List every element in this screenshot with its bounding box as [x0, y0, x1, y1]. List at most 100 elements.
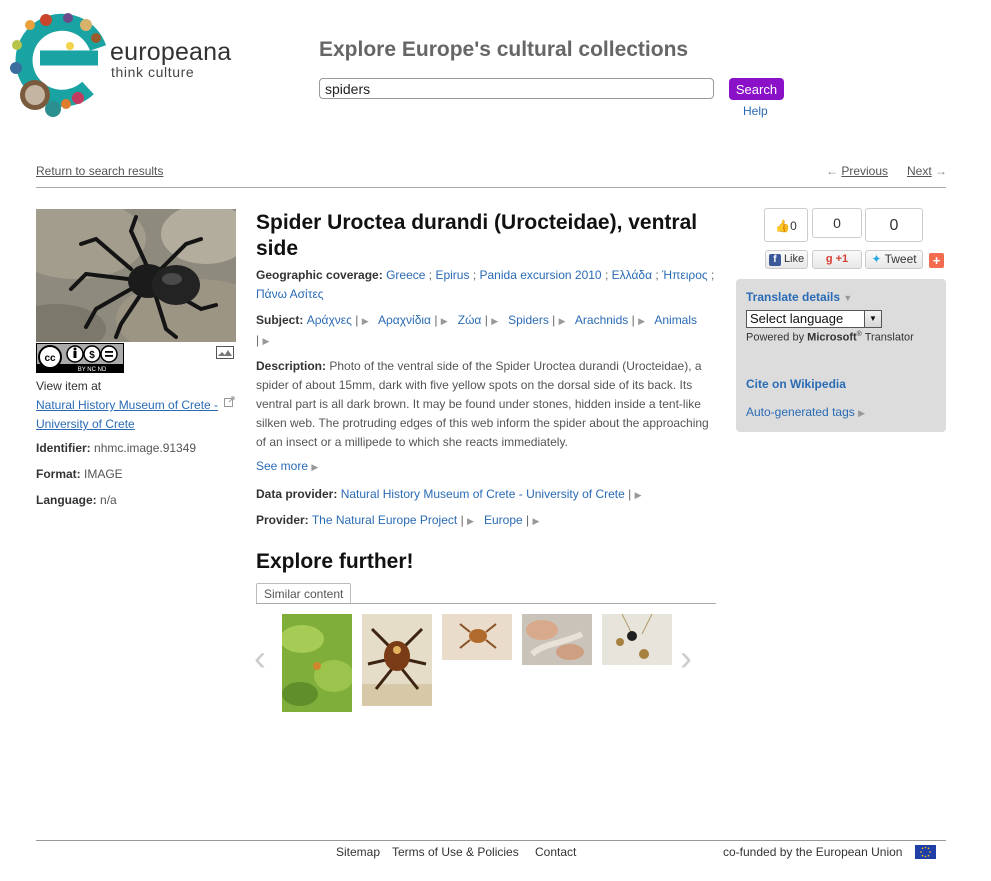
subject-link[interactable]: Arachnids	[575, 313, 628, 327]
svg-text:$: $	[89, 350, 95, 361]
item-thumbnail[interactable]	[36, 209, 236, 342]
subject-link[interactable]: Ζώα	[458, 313, 482, 327]
powered-by-suffix: Translator	[864, 331, 914, 344]
data-provider-field: Data provider: Natural History Museum of…	[256, 487, 642, 501]
triangle-right-icon[interactable]: ▶	[638, 316, 645, 326]
tweet-button[interactable]: ✦ Tweet	[865, 250, 923, 269]
see-more-label: See more	[256, 459, 309, 473]
triangle-right-icon: ▶	[858, 408, 866, 418]
powered-by-brand: Microsoft	[807, 331, 857, 344]
subject-link[interactable]: Spiders	[508, 313, 549, 327]
tab-similar-content[interactable]: Similar content	[256, 583, 352, 604]
arrow-left-icon: ←	[826, 164, 838, 178]
license-label: BY NC ND	[78, 367, 107, 373]
previous-link[interactable]: ← Previous	[826, 164, 888, 178]
triangle-right-icon[interactable]: ▶	[262, 336, 269, 346]
triangle-right-icon[interactable]: ▶	[467, 516, 474, 526]
provider-field: Provider: The Natural Europe Project | ▶…	[256, 513, 540, 527]
format-label: Format:	[36, 467, 81, 481]
language-label: Language:	[36, 493, 97, 507]
next-label: Next	[907, 164, 932, 178]
cite-on-wikipedia-link[interactable]: Cite on Wikipedia	[746, 377, 846, 391]
twitter-bird-icon: ✦	[871, 252, 882, 266]
geo-link[interactable]: Greece	[386, 268, 425, 282]
identifier-row: Identifier: nhmc.image.91349	[36, 441, 196, 455]
geo-link[interactable]: Panida excursion 2010	[480, 268, 602, 282]
geo-link[interactable]: Πάνω Ασίτες	[256, 287, 324, 301]
previous-label: Previous	[841, 164, 889, 178]
triangle-right-icon[interactable]: ▶	[441, 316, 448, 326]
translate-details-label: Translate details	[746, 290, 841, 304]
next-link[interactable]: Next →	[907, 164, 947, 178]
logo-tagline: think culture	[111, 64, 195, 80]
data-provider-label: Data provider:	[256, 487, 338, 501]
provider-value-link[interactable]: Europe	[484, 513, 523, 527]
provider-value-link[interactable]: The Natural Europe Project	[312, 513, 457, 527]
triangle-right-icon[interactable]: ▶	[559, 316, 566, 326]
gplus-label: +1	[835, 253, 849, 265]
similar-item-thumbnail[interactable]	[282, 614, 352, 712]
footer-sitemap-link[interactable]: Sitemap	[336, 845, 380, 859]
provider-label: Provider:	[256, 513, 309, 527]
similar-item-thumbnail[interactable]	[522, 614, 592, 665]
subject-link[interactable]: Αραχνίδια	[378, 313, 431, 327]
external-link-icon[interactable]	[224, 396, 235, 407]
select-arrow-icon[interactable]: ▼	[864, 311, 881, 327]
arrow-right-icon: →	[935, 164, 948, 178]
subject-link[interactable]: Αράχνες	[307, 313, 352, 327]
format-row: Format: IMAGE	[36, 467, 123, 481]
subject-link[interactable]: Animals	[654, 313, 697, 327]
carousel-next-icon[interactable]: ›	[680, 637, 692, 679]
divider	[256, 603, 716, 604]
image-type-icon	[216, 346, 234, 359]
see-more-link[interactable]: See more ▶	[256, 459, 318, 473]
return-to-results-link[interactable]: Return to search results	[36, 164, 163, 178]
similar-item-thumbnail[interactable]	[442, 614, 512, 660]
search-button[interactable]: Search	[729, 78, 784, 100]
triangle-right-icon[interactable]: ▶	[491, 316, 498, 326]
facebook-like-button[interactable]: f Like	[765, 250, 808, 269]
gplus-icon: g	[825, 253, 833, 265]
triangle-right-icon: ▶	[311, 462, 319, 472]
subject-label: Subject:	[256, 313, 304, 327]
footer-contact-link[interactable]: Contact	[535, 845, 576, 859]
tweet-label: Tweet	[884, 252, 917, 266]
powered-by-text: Powered by Microsoft® Translator	[746, 331, 914, 344]
gplus-button[interactable]: g +1	[812, 250, 862, 269]
triangle-down-icon: ▼	[843, 293, 853, 303]
tweet-count: 0	[865, 208, 923, 242]
auto-generated-tags-link[interactable]: Auto-generated tags ▶	[746, 405, 865, 419]
triangle-right-icon[interactable]: ▶	[532, 516, 539, 526]
divider	[36, 187, 946, 188]
facebook-icon: f	[768, 254, 781, 266]
geographic-coverage-label: Geographic coverage:	[256, 268, 383, 282]
cc-license-badge-icon[interactable]: cc $ BY NC ND	[36, 343, 124, 373]
geo-link[interactable]: Ελλάδα	[612, 268, 652, 282]
provider-link[interactable]: Natural History Museum of Crete - Univer…	[36, 396, 221, 434]
help-link[interactable]: Help	[743, 104, 768, 118]
similar-item-thumbnail[interactable]	[362, 614, 432, 706]
like-label: Like	[783, 253, 805, 265]
page-heading: Explore Europe's cultural collections	[319, 38, 689, 61]
cofunded-text: co-funded by the European Union	[723, 845, 903, 859]
triangle-right-icon[interactable]: ▶	[362, 316, 369, 326]
addthis-plus-icon[interactable]: +	[929, 253, 944, 268]
footer-terms-link[interactable]: Terms of Use & Policies	[392, 845, 519, 859]
geo-link[interactable]: Ήπειρος	[662, 268, 708, 282]
geo-link[interactable]: Epirus	[435, 268, 469, 282]
triangle-right-icon[interactable]: ▶	[635, 490, 642, 500]
similar-item-thumbnail[interactable]	[602, 614, 672, 665]
geographic-coverage-field: Geographic coverage: Greece ; Epirus ; P…	[256, 268, 715, 301]
view-item-label: View item at	[36, 379, 102, 393]
item-title: Spider Uroctea durandi (Urocteidae), ven…	[256, 211, 698, 260]
description-field: Description: Photo of the ventral side o…	[256, 357, 716, 452]
language-select[interactable]: Select language	[746, 310, 882, 328]
data-provider-link[interactable]: Natural History Museum of Crete - Univer…	[341, 487, 625, 501]
carousel-prev-icon[interactable]: ‹	[254, 637, 266, 679]
translate-details-toggle[interactable]: Translate details ▼	[746, 290, 852, 304]
facebook-like-count: 👍0	[764, 208, 808, 242]
identifier-label: Identifier:	[36, 441, 91, 455]
identifier-value: nhmc.image.91349	[94, 441, 197, 455]
search-input[interactable]	[319, 78, 714, 99]
language-value: n/a	[100, 493, 117, 507]
